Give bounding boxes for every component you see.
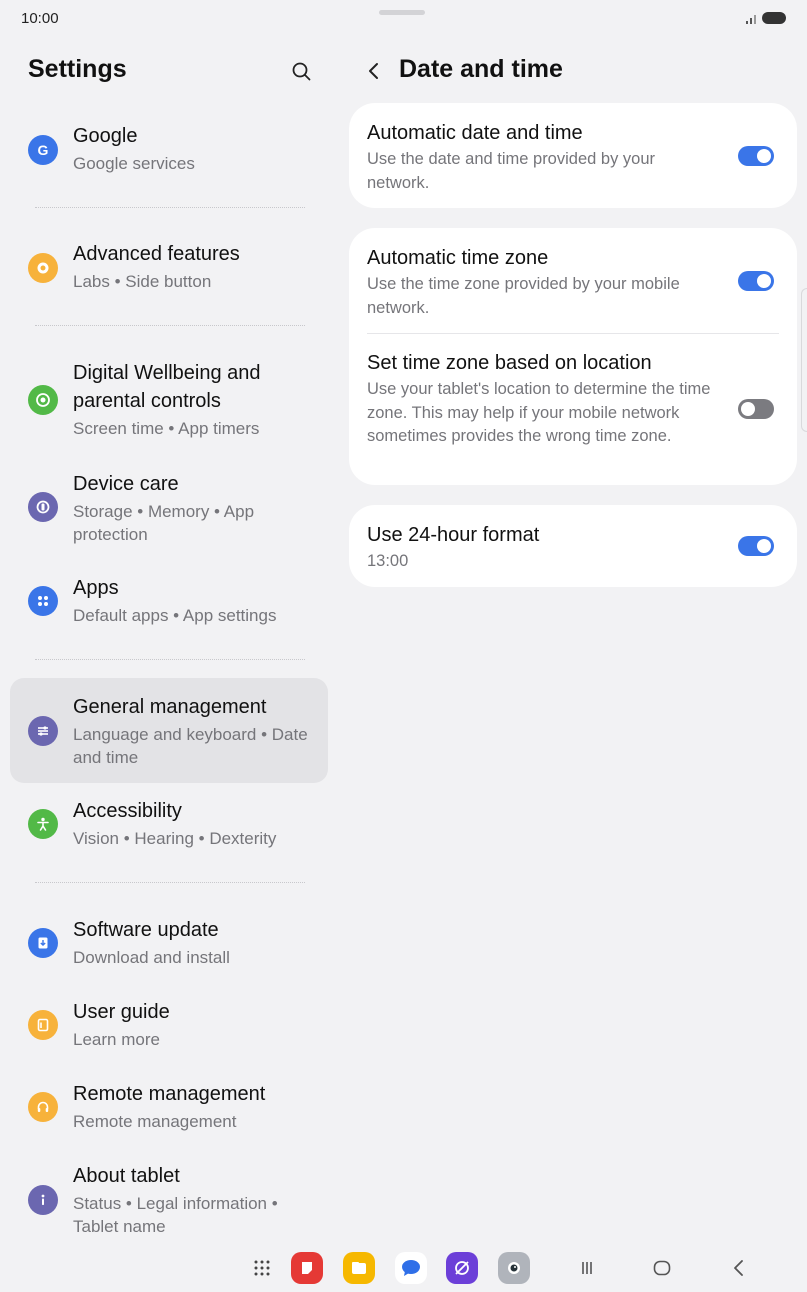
menu-item-subtitle: Learn more — [73, 1030, 160, 1049]
group-divider — [35, 882, 305, 883]
status-time: 10:00 — [21, 10, 59, 27]
menu-item-title: General management — [73, 696, 267, 718]
automatic-date-card: Automatic date and time Use the date and… — [349, 103, 797, 208]
menu-item-subtitle: Status • Legal information • Tablet name — [73, 1194, 278, 1236]
row-divider — [367, 333, 779, 334]
headset-icon — [28, 1092, 58, 1122]
accessibility-person-icon — [28, 809, 58, 839]
recents-icon[interactable] — [571, 1252, 603, 1284]
menu-item-title: User guide — [73, 1001, 170, 1023]
menu-item-accessibility[interactable]: Accessibility Vision • Hearing • Dexteri… — [10, 793, 328, 863]
download-icon — [28, 928, 58, 958]
svg-text:G: G — [38, 142, 49, 158]
menu-item-title: About tablet — [73, 1165, 180, 1187]
hour-format-row[interactable]: Use 24-hour format 13:00 — [367, 521, 779, 574]
menu-item-title: Digital Wellbeing and parental controls — [73, 362, 261, 412]
automatic-time-zone-toggle[interactable] — [738, 271, 774, 291]
edge-panel-handle[interactable] — [801, 288, 807, 432]
home-icon[interactable] — [646, 1252, 678, 1284]
menu-item-title: Remote management — [73, 1083, 266, 1105]
toggle-knob — [757, 539, 771, 553]
row-subtitle: Use your tablet's location to determine … — [367, 380, 711, 445]
menu-item-subtitle: Screen time • App timers — [73, 419, 260, 438]
menu-item-subtitle: Vision • Hearing • Dexterity — [73, 829, 277, 848]
internet-app-icon[interactable] — [446, 1252, 478, 1284]
camera-app-icon[interactable] — [498, 1252, 530, 1284]
menu-item-subtitle: Google services — [73, 154, 195, 173]
row-subtitle: Use the date and time provided by your n… — [367, 150, 656, 192]
menu-item-subtitle: Remote management — [73, 1112, 237, 1131]
time-zone-card: Automatic time zone Use the time zone pr… — [349, 228, 797, 485]
row-subtitle: 13:00 — [367, 552, 409, 570]
wellbeing-heart-icon — [28, 385, 58, 415]
group-divider — [35, 659, 305, 660]
row-title: Automatic time zone — [367, 247, 549, 269]
gear-plus-icon — [28, 253, 58, 283]
row-title: Use 24-hour format — [367, 524, 540, 546]
back-icon[interactable] — [723, 1252, 755, 1284]
hour-format-card: Use 24-hour format 13:00 — [349, 505, 797, 587]
toggle-knob — [741, 402, 755, 416]
automatic-date-toggle[interactable] — [738, 146, 774, 166]
toggle-knob — [757, 274, 771, 288]
app-drawer-icon[interactable] — [246, 1252, 278, 1284]
location-time-zone-row[interactable]: Set time zone based on location Use your… — [367, 349, 779, 449]
row-title: Set time zone based on location — [367, 352, 652, 374]
page-title: Date and time — [399, 55, 563, 83]
menu-item-subtitle: Storage • Memory • App protection — [73, 502, 255, 544]
book-icon — [28, 1010, 58, 1040]
group-divider — [35, 325, 305, 326]
status-bar: 10:00 — [0, 0, 807, 36]
menu-item-subtitle: Language and keyboard • Date and time — [73, 725, 308, 767]
location-time-zone-toggle[interactable] — [738, 399, 774, 419]
battery-icon — [762, 12, 786, 24]
automatic-time-zone-row[interactable]: Automatic time zone Use the time zone pr… — [367, 244, 779, 320]
taskbar — [0, 1244, 807, 1292]
google-icon: G — [28, 135, 58, 165]
menu-item-about-tablet[interactable]: About tablet Status • Legal information … — [10, 1158, 328, 1242]
apps-grid-icon — [28, 586, 58, 616]
hour-format-toggle[interactable] — [738, 536, 774, 556]
menu-item-device-care[interactable]: Device care Storage • Memory • App prote… — [10, 466, 328, 552]
settings-title: Settings — [28, 55, 127, 83]
back-arrow-icon[interactable] — [360, 57, 388, 85]
automatic-date-row[interactable]: Automatic date and time Use the date and… — [367, 119, 779, 195]
menu-item-title: Google — [73, 125, 138, 147]
menu-item-title: Apps — [73, 577, 119, 599]
notes-app-icon[interactable] — [291, 1252, 323, 1284]
row-subtitle: Use the time zone provided by your mobil… — [367, 275, 680, 317]
sliders-icon — [28, 716, 58, 746]
menu-item-software-update[interactable]: Software update Download and install — [10, 912, 328, 982]
device-care-icon — [28, 492, 58, 522]
window-handle[interactable] — [379, 10, 425, 15]
group-divider — [35, 207, 305, 208]
menu-item-title: Device care — [73, 473, 179, 495]
menu-item-title: Accessibility — [73, 800, 182, 822]
menu-item-digital-wellbeing[interactable]: Digital Wellbeing and parental controls … — [10, 354, 328, 450]
menu-item-title: Software update — [73, 919, 219, 941]
signal-icon — [746, 15, 756, 24]
menu-item-subtitle: Default apps • App settings — [73, 606, 277, 625]
menu-item-general-management[interactable]: General management Language and keyboard… — [10, 678, 328, 783]
menu-item-advanced-features[interactable]: Advanced features Labs • Side button — [10, 236, 328, 306]
menu-item-google[interactable]: G Google Google services — [10, 118, 328, 188]
menu-item-user-guide[interactable]: User guide Learn more — [10, 994, 328, 1064]
search-icon[interactable] — [288, 58, 316, 86]
row-title: Automatic date and time — [367, 122, 583, 144]
menu-item-subtitle: Download and install — [73, 948, 230, 967]
files-app-icon[interactable] — [343, 1252, 375, 1284]
menu-item-apps[interactable]: Apps Default apps • App settings — [10, 570, 328, 640]
toggle-knob — [757, 149, 771, 163]
info-icon — [28, 1185, 58, 1215]
messages-app-icon[interactable] — [395, 1252, 427, 1284]
menu-item-subtitle: Labs • Side button — [73, 272, 212, 291]
menu-item-remote-management[interactable]: Remote management Remote management — [10, 1076, 328, 1146]
menu-item-title: Advanced features — [73, 243, 240, 265]
